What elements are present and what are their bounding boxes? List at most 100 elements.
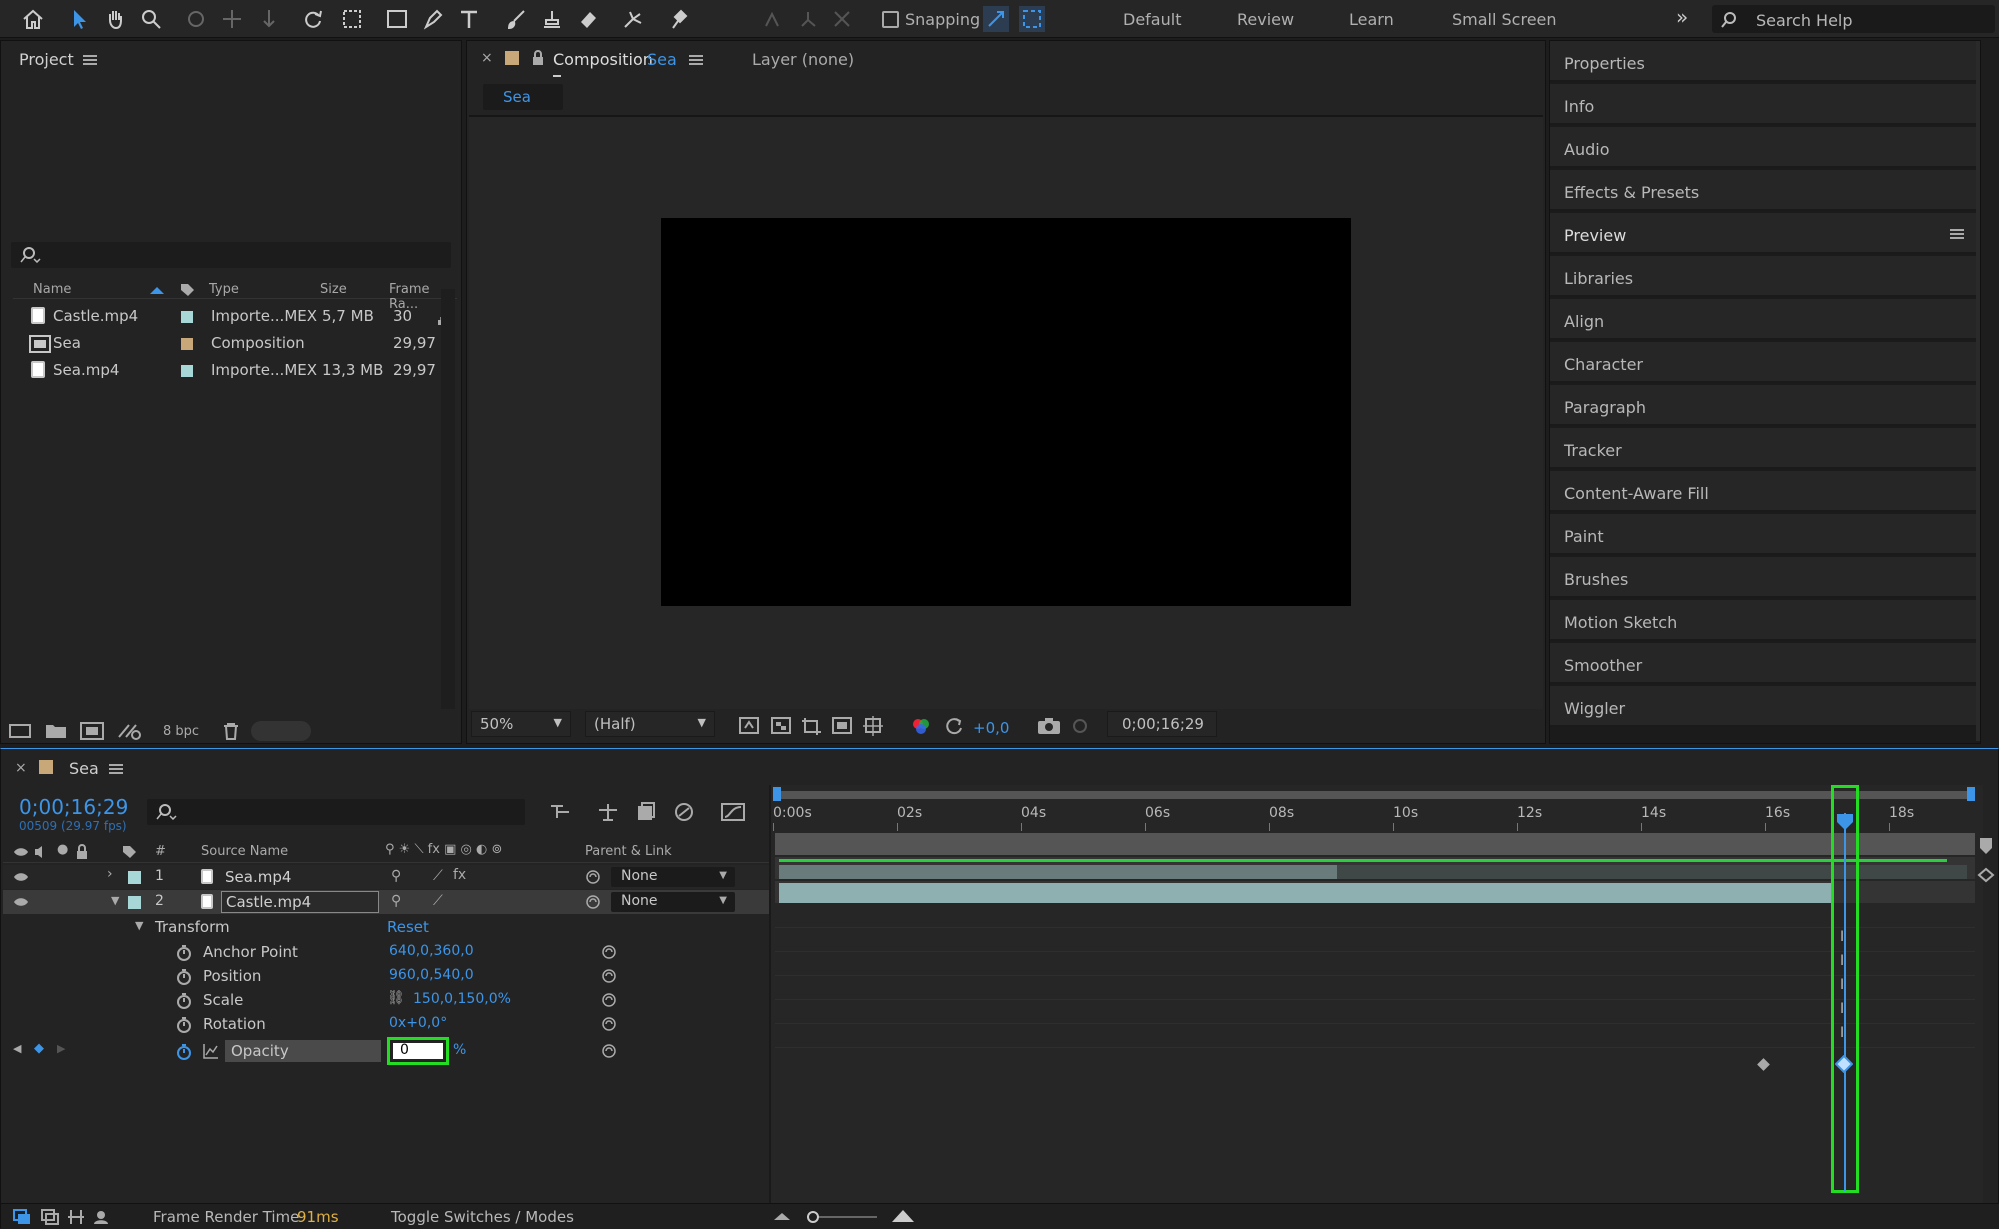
column-size[interactable]: Size: [320, 282, 347, 297]
work-area-start-handle[interactable]: [773, 787, 781, 801]
comp-marker-bin-icon[interactable]: [1979, 837, 1993, 855]
workspace-learn[interactable]: Learn: [1349, 10, 1394, 29]
magnification-dropdown[interactable]: 50% ▼: [471, 711, 571, 737]
panel-paint[interactable]: Paint: [1550, 514, 1978, 555]
effect-switch-icon[interactable]: fx: [453, 867, 466, 883]
reset-exposure-icon[interactable]: [944, 716, 966, 736]
pan-tool-icon[interactable]: [219, 6, 245, 32]
audio-switch-icon[interactable]: [33, 844, 49, 860]
trash-icon[interactable]: [222, 722, 240, 740]
stopwatch-active-icon[interactable]: [175, 1043, 193, 1061]
snap-features-icon[interactable]: [1019, 6, 1045, 32]
comp-breadcrumb[interactable]: Sea: [483, 84, 563, 110]
snapshot-camera-icon[interactable]: [1037, 717, 1061, 735]
shy-switch-icon[interactable]: ⚲: [391, 868, 401, 884]
timeline-track-area[interactable]: 0:00s 02s 04s 06s 08s 10s 12s 14s 16s 18s I I I I: [769, 785, 1995, 1203]
property-value[interactable]: 0x+0,0°: [389, 1015, 447, 1031]
panel-audio[interactable]: Audio: [1550, 127, 1978, 168]
expression-pick-whip-icon[interactable]: [601, 944, 617, 960]
layer-1-duration-bar[interactable]: [779, 865, 1337, 879]
draft-3d-icon[interactable]: [597, 802, 619, 822]
label-color[interactable]: [505, 51, 519, 65]
thumbnail-slider[interactable]: [251, 721, 311, 741]
pen-tool-icon[interactable]: [420, 6, 446, 32]
snapping-checkbox[interactable]: [882, 11, 899, 28]
new-folder-icon[interactable]: [45, 722, 67, 740]
hand-tool-icon[interactable]: [102, 6, 128, 32]
timeline-menu-icon[interactable]: [109, 764, 123, 774]
transform-property-row[interactable]: Scale ⛓ 150,0,150,0%: [3, 988, 769, 1012]
column-parent[interactable]: Parent & Link: [585, 844, 672, 859]
timeline-tab[interactable]: Sea: [69, 759, 99, 778]
align-icon[interactable]: [760, 6, 786, 32]
project-item[interactable]: Sea.mp4 Importe...MEX 13,3 MB 29,97: [15, 358, 455, 384]
transform-property-row[interactable]: Position 960,0,540,0: [3, 964, 769, 988]
lock-icon[interactable]: [531, 50, 545, 66]
project-item[interactable]: Castle.mp4 Importe...MEX 5,7 MB 30: [15, 304, 455, 330]
shy-switch-icon[interactable]: ⚲: [391, 893, 401, 909]
lock-switch-icon[interactable]: [75, 844, 89, 860]
panel-paragraph[interactable]: Paragraph: [1550, 385, 1978, 426]
quality-switch-icon[interactable]: ⟋: [433, 868, 443, 884]
comp-button-icon[interactable]: [1977, 867, 1995, 883]
zoom-tool-icon[interactable]: [138, 6, 164, 32]
panel-smoother[interactable]: Smoother: [1550, 643, 1978, 684]
project-search-input[interactable]: [11, 242, 451, 268]
tab-layer[interactable]: Layer (none): [752, 50, 854, 69]
transform-reset-link[interactable]: Reset: [387, 918, 429, 936]
fast-previews-icon[interactable]: [739, 716, 761, 736]
zoom-in-icon[interactable]: [891, 1208, 915, 1224]
workspace-small-screen[interactable]: Small Screen: [1452, 10, 1557, 29]
constrain-proportions-icon[interactable]: ⛓: [387, 990, 405, 1006]
layer-switches-pane-icon[interactable]: [13, 1209, 31, 1225]
layer-2-track[interactable]: [775, 881, 1975, 903]
stopwatch-icon[interactable]: [175, 944, 193, 962]
show-snapshot-icon[interactable]: [1070, 717, 1092, 735]
transparency-grid-icon[interactable]: [771, 716, 793, 736]
comp-mini-flowchart-icon[interactable]: [549, 802, 573, 822]
close-icon[interactable]: ×: [481, 50, 493, 66]
pick-whip-icon[interactable]: [585, 869, 601, 885]
collapse-chevron-icon[interactable]: ▼: [135, 919, 143, 932]
panel-brushes[interactable]: Brushes: [1550, 557, 1978, 598]
workspace-default[interactable]: Default: [1123, 10, 1181, 29]
column-source-name[interactable]: Source Name: [201, 844, 288, 859]
work-area-bar[interactable]: [775, 791, 1975, 799]
clone-stamp-tool-icon[interactable]: [539, 6, 565, 32]
project-panel-title[interactable]: Project: [19, 50, 74, 69]
expression-pick-whip-icon[interactable]: [601, 968, 617, 984]
expression-pick-whip-icon[interactable]: [601, 1043, 617, 1059]
project-item[interactable]: Sea Composition 29,97: [15, 331, 455, 357]
layer-name[interactable]: Sea.mp4: [225, 868, 291, 886]
grid-guides-icon[interactable]: [863, 716, 885, 736]
stopwatch-icon[interactable]: [175, 1016, 193, 1034]
label-color[interactable]: [181, 311, 193, 323]
mask-visibility-icon[interactable]: [832, 716, 854, 736]
tab-composition[interactable]: Composition Sea: [553, 47, 677, 77]
toggle-switches-modes-button[interactable]: Toggle Switches / Modes: [391, 1208, 574, 1226]
composition-menu-icon[interactable]: [689, 55, 703, 65]
type-tool-icon[interactable]: [456, 6, 482, 32]
project-scrollbar[interactable]: [441, 289, 455, 709]
property-value[interactable]: 150,0,150,0%: [413, 991, 511, 1007]
parent-dropdown[interactable]: None ▼: [611, 892, 735, 912]
viewer-area[interactable]: [469, 115, 1543, 709]
dolly-tool-icon[interactable]: [256, 6, 282, 32]
orbit-tool-icon[interactable]: [183, 6, 209, 32]
graph-editor-icon[interactable]: [721, 802, 745, 822]
opacity-property-row[interactable]: ◀ ◆ ▶ Opacity 0 %: [3, 1037, 769, 1065]
interpret-footage-icon[interactable]: [9, 722, 31, 740]
stopwatch-icon[interactable]: [175, 992, 193, 1010]
layer-row[interactable]: › 1 Sea.mp4 ⚲ ⟋ fx None ▼: [3, 865, 769, 889]
world-axis-icon[interactable]: [829, 6, 855, 32]
resolution-dropdown[interactable]: (Half) ▼: [585, 711, 715, 737]
property-track-area[interactable]: [775, 905, 1975, 1195]
work-area-end-handle[interactable]: [1967, 787, 1975, 801]
panel-properties[interactable]: Properties: [1550, 41, 1978, 82]
expression-pick-whip-icon[interactable]: [601, 992, 617, 1008]
switches-header-icon[interactable]: ⚲ ☀ ⟍ fx ▣ ◎ ◐ ⊚: [385, 842, 502, 857]
layer-name-field[interactable]: Castle.mp4: [221, 891, 379, 913]
render-time-pane-icon[interactable]: [93, 1209, 113, 1225]
project-settings-icon[interactable]: [117, 722, 143, 740]
timeline-current-time[interactable]: 0;00;16;29: [19, 795, 128, 819]
